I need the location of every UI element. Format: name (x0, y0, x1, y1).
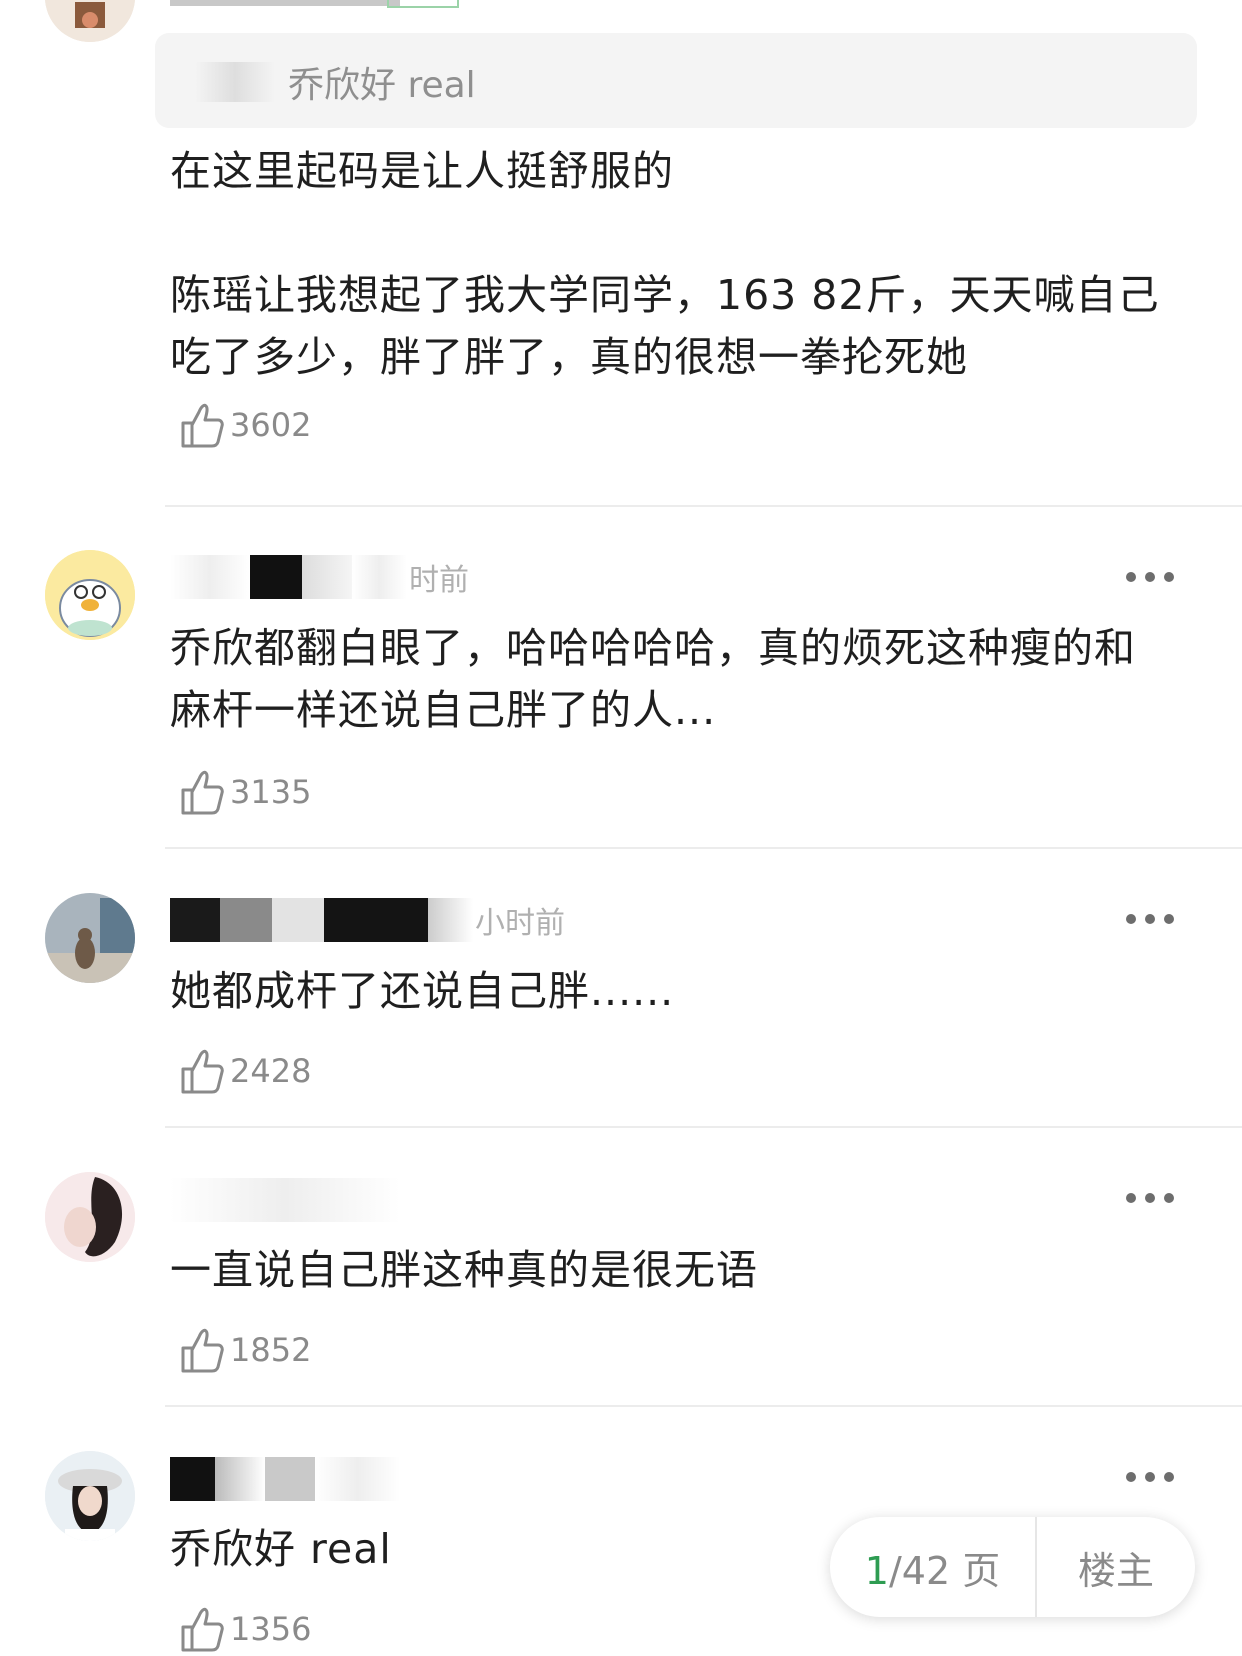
comment-text: 一直说自己胖这种真的是很无语 (170, 1246, 758, 1294)
divider (165, 847, 1242, 849)
total-pages: /42 页 (888, 1548, 1001, 1593)
more-options-icon[interactable] (1126, 1467, 1174, 1487)
like-count: 3602 (230, 406, 312, 444)
avatar[interactable] (45, 0, 135, 42)
like-button[interactable]: 1852 (180, 1325, 311, 1375)
username-redacted[interactable] (170, 555, 250, 599)
avatar[interactable] (45, 1451, 135, 1541)
username-redacted[interactable] (170, 1178, 400, 1222)
user-avatar-icon (45, 0, 135, 42)
comment-time: 小时前 (475, 906, 565, 941)
like-count: 2428 (230, 1052, 312, 1090)
user-badge (387, 0, 459, 8)
comment-meta: 小时前 (170, 898, 565, 942)
avatar[interactable] (45, 1172, 135, 1262)
comment-meta (170, 1457, 402, 1501)
current-page: 1 (864, 1548, 889, 1593)
username-redacted[interactable] (170, 1457, 215, 1501)
comment-text: 在这里起码是让人挺舒服的 陈瑶让我想起了我大学同学，163 82斤，天天喊自己吃… (170, 147, 1160, 381)
username-redacted (220, 898, 272, 942)
girl-hat-avatar-icon (45, 1451, 135, 1541)
username-redacted (272, 898, 324, 942)
page-navigator: 1/42 页 楼主 (830, 1517, 1195, 1617)
portrait-avatar-icon (45, 1172, 135, 1262)
username-redacted (428, 898, 473, 942)
more-options-icon[interactable] (1126, 1188, 1174, 1208)
comment-text: 她都成杆了还说自己胖...... (170, 967, 675, 1015)
quote-author-redacted (195, 62, 275, 102)
username-redacted (265, 1457, 315, 1501)
divider (165, 505, 1242, 507)
like-count: 3135 (230, 773, 312, 811)
like-button[interactable]: 3602 (180, 400, 311, 450)
quote-text: 乔欣好 real (288, 65, 476, 106)
divider (165, 1405, 1242, 1407)
like-count: 1852 (230, 1331, 312, 1369)
comment-meta (170, 1178, 402, 1222)
cat-photo-avatar-icon (45, 893, 135, 983)
username-redacted (215, 1457, 265, 1501)
thumbs-up-icon (181, 1049, 224, 1094)
divider (165, 1126, 1242, 1128)
more-options-icon[interactable] (1126, 909, 1174, 929)
avatar[interactable] (45, 550, 135, 640)
avatar[interactable] (45, 893, 135, 983)
page-indicator[interactable]: 1/42 页 (830, 1540, 1035, 1595)
thumbs-up-icon (181, 1607, 224, 1652)
like-button[interactable]: 2428 (180, 1046, 311, 1096)
comment-text: 乔欣都翻白眼了，哈哈哈哈哈，真的烦死这种瘦的和麻杆一样还说自己胖了的人... (170, 624, 1136, 734)
username-top-redacted (170, 0, 400, 6)
comment-meta: 时前 (170, 555, 469, 599)
like-count: 1356 (230, 1610, 312, 1648)
username-redacted (315, 1457, 400, 1501)
username-redacted[interactable] (170, 898, 220, 942)
more-options-icon[interactable] (1126, 567, 1174, 587)
duck-avatar-icon (45, 550, 135, 640)
comment-time: 时前 (409, 563, 469, 598)
username-redacted (324, 898, 428, 942)
thumbs-up-icon (181, 1328, 224, 1373)
thumbs-up-icon (181, 770, 224, 815)
thumbs-up-icon (181, 403, 224, 448)
like-button[interactable]: 1356 (180, 1604, 311, 1654)
username-redacted (302, 555, 352, 599)
owner-only-button[interactable]: 楼主 (1037, 1540, 1195, 1595)
username-redacted (352, 555, 407, 599)
like-button[interactable]: 3135 (180, 767, 311, 817)
username-redacted (250, 555, 302, 599)
